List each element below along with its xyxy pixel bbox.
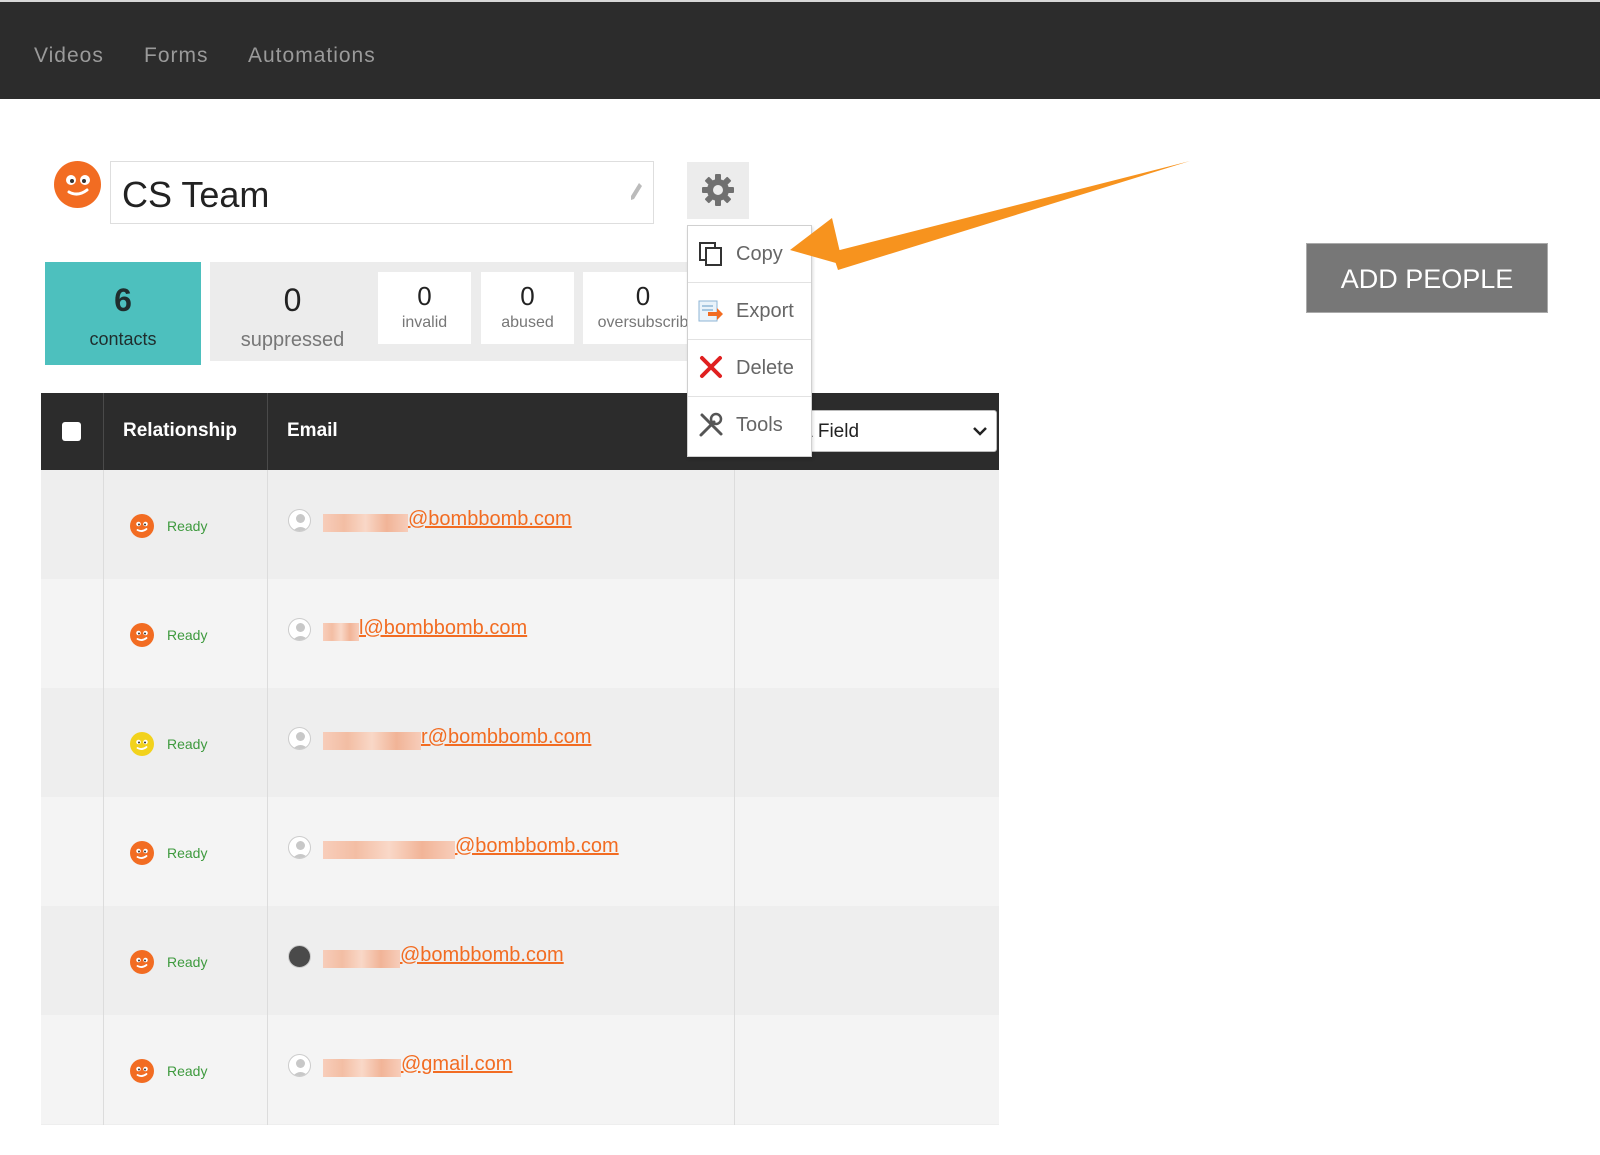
email-link[interactable]: l@bombbomb.com [359, 617, 527, 640]
contacts-table: Ready @bombbomb.com Ready l@bombbomb.com… [41, 393, 999, 1125]
menu-item-label: Export [736, 300, 794, 322]
stat-abused-label: abused [501, 314, 554, 331]
avatar-photo [288, 945, 311, 968]
avatar-placeholder-icon [288, 727, 311, 750]
menu-item-label: Delete [736, 357, 794, 379]
list-name-text: CS Team [122, 174, 270, 215]
nav-automations[interactable]: Automations [248, 44, 376, 68]
table-row[interactable]: Ready @bombbomb.com [41, 906, 999, 1015]
nav-videos[interactable]: Videos [34, 44, 104, 68]
gear-button[interactable] [687, 162, 749, 219]
avatar-placeholder-icon [288, 836, 311, 859]
avatar-placeholder-icon [288, 618, 311, 641]
select-all-checkbox[interactable] [62, 422, 81, 441]
menu-item-label: Tools [736, 414, 783, 436]
relationship-face-icon [130, 950, 154, 974]
email-link[interactable]: @bombbomb.com [408, 508, 572, 531]
stat-group: 0 suppressed 0 invalid 0 abused 0 oversu… [210, 262, 690, 361]
redacted-email-prefix [323, 1059, 401, 1077]
email-link[interactable]: r@bombbomb.com [421, 726, 591, 749]
chevron-down-icon [973, 427, 987, 436]
column-divider [267, 393, 268, 1125]
header-divider [103, 393, 104, 470]
redacted-email-prefix [323, 950, 400, 968]
menu-item-label: Copy [736, 243, 783, 265]
add-people-button[interactable]: ADD PEOPLE [1306, 243, 1548, 313]
table-header: Relationship Email a Field [41, 393, 999, 470]
stat-abused[interactable]: 0 abused [481, 272, 574, 344]
relationship-face-icon [130, 841, 154, 865]
redacted-email-prefix [323, 514, 408, 532]
relationship-status: Ready [167, 845, 208, 861]
nav-forms[interactable]: Forms [144, 44, 209, 68]
menu-item-copy[interactable]: Copy [688, 226, 811, 283]
stat-invalid[interactable]: 0 invalid [378, 272, 471, 344]
column-divider [734, 393, 735, 1125]
list-face-icon [54, 161, 101, 208]
relationship-status: Ready [167, 627, 208, 643]
gear-icon [702, 174, 734, 206]
table-row[interactable]: Ready @bombbomb.com [41, 470, 999, 579]
stat-abused-value: 0 [520, 281, 535, 311]
relationship-face-icon [130, 732, 154, 756]
column-header-email[interactable]: Email [287, 420, 338, 442]
menu-item-delete[interactable]: Delete [688, 340, 811, 397]
relationship-face-icon [130, 1059, 154, 1083]
stat-suppressed[interactable]: 0 suppressed [210, 262, 375, 361]
table-row[interactable]: Ready @bombbomb.com [41, 797, 999, 906]
tools-icon [699, 412, 723, 437]
relationship-status: Ready [167, 1063, 208, 1079]
column-divider [103, 393, 104, 1125]
table-row[interactable]: Ready l@bombbomb.com [41, 579, 999, 688]
table-row[interactable]: Ready @gmail.com [41, 1015, 999, 1124]
relationship-status: Ready [167, 736, 208, 752]
copy-icon [699, 242, 722, 266]
stat-suppressed-label: suppressed [240, 329, 345, 351]
stat-suppressed-value: 0 [283, 282, 302, 318]
stat-contacts[interactable]: 6 contacts [45, 262, 201, 365]
relationship-status: Ready [167, 518, 208, 534]
avatar-placeholder-icon [288, 1054, 311, 1077]
redacted-email-prefix [323, 841, 455, 859]
stat-oversubscribed-value: 0 [635, 281, 651, 311]
redacted-email-prefix [323, 623, 359, 641]
list-name-field[interactable]: CS Team [110, 161, 654, 224]
export-icon [698, 300, 723, 322]
email-link[interactable]: @bombbomb.com [455, 835, 619, 858]
stat-contacts-value: 6 [114, 282, 132, 318]
stat-invalid-value: 0 [417, 281, 432, 311]
relationship-face-icon [130, 514, 154, 538]
email-link[interactable]: @bombbomb.com [400, 944, 564, 967]
stat-oversubscribed[interactable]: 0 oversubscrib [583, 272, 690, 344]
menu-item-tools[interactable]: Tools [688, 397, 811, 454]
relationship-face-icon [130, 623, 154, 647]
avatar-placeholder-icon [288, 509, 311, 532]
field-select[interactable]: a Field [797, 410, 997, 452]
header-divider [267, 393, 268, 470]
settings-dropdown-menu: Copy Export Delete Tools [687, 225, 812, 457]
redacted-email-prefix [323, 732, 421, 750]
table-row[interactable]: Ready r@bombbomb.com [41, 688, 999, 797]
email-link[interactable]: @gmail.com [401, 1053, 512, 1076]
stat-contacts-label: contacts [89, 329, 157, 349]
column-header-relationship[interactable]: Relationship [123, 420, 237, 442]
top-nav-bar: Videos Forms Automations [0, 0, 1600, 99]
stat-oversubscribed-label: oversubscrib [597, 314, 689, 331]
menu-item-export[interactable]: Export [688, 283, 811, 340]
stat-invalid-label: invalid [401, 314, 448, 331]
relationship-status: Ready [167, 954, 208, 970]
pencil-icon [631, 183, 642, 200]
delete-x-icon [700, 356, 722, 378]
